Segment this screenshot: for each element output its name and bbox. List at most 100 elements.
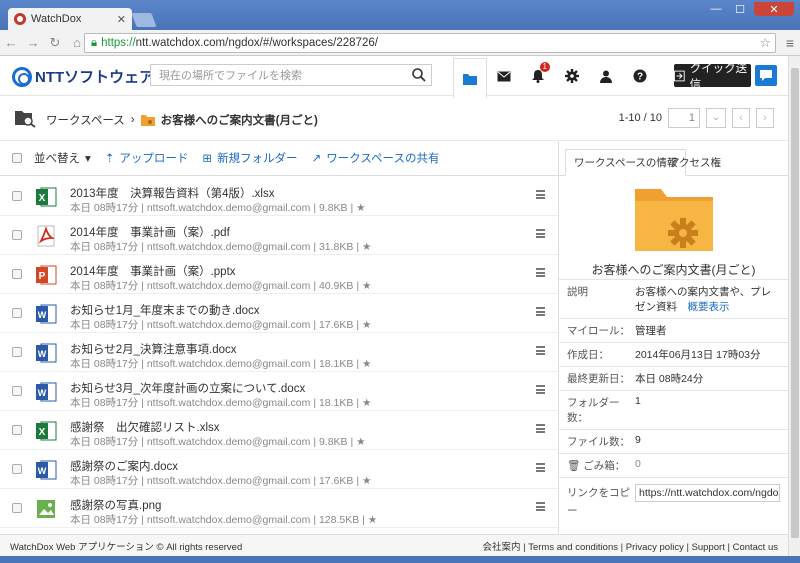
file-row[interactable]: W お知らせ2月_決算注意事項.docx 本日 08時17分 | nttsoft.w… [0, 333, 558, 372]
send-icon [674, 70, 685, 81]
folder-icon [140, 115, 155, 126]
file-checkbox[interactable] [12, 464, 22, 474]
file-name[interactable]: 感謝祭のご案内.docx [70, 458, 178, 474]
maximize-button[interactable]: ☐ [730, 2, 750, 16]
file-checkbox[interactable] [12, 308, 22, 318]
logo-text: NTTソフトウェア [35, 69, 155, 86]
file-name[interactable]: 感謝祭の写真.png [70, 497, 161, 513]
file-menu-icon[interactable] [536, 424, 545, 433]
copy-link-input[interactable]: https://ntt.watchdox.com/ngdox/#/w [635, 484, 780, 502]
scrollbar[interactable] [788, 56, 800, 556]
svg-text:W: W [38, 349, 47, 359]
reload-icon[interactable]: ↻ [44, 35, 66, 51]
file-name[interactable]: お知らせ2月_決算注意事項.docx [70, 341, 237, 357]
file-menu-icon[interactable] [536, 463, 545, 472]
file-menu-icon[interactable] [536, 307, 545, 316]
back-icon[interactable]: ← [0, 35, 22, 50]
file-row[interactable]: W 感謝祭のご案内.docx 本日 08時17分 | nttsoft.watchdo… [0, 450, 558, 489]
file-checkbox[interactable] [12, 269, 22, 279]
file-menu-icon[interactable] [536, 385, 545, 394]
file-row[interactable]: X 2013年度 決算報告資料（第4版）.xlsx 本日 08時17分 | ntts… [0, 177, 558, 216]
url-field[interactable]: 🔒︎ https:// ntt.watchdox.com/ngdox/#/wor… [84, 33, 776, 53]
file-row[interactable]: 2014年度 事業計画（案）.pdf 本日 08時17分 | nttsoft.wa… [0, 216, 558, 255]
footer-links[interactable]: 会社案内 | Terms and conditions | Privacy po… [482, 539, 778, 553]
mail-button[interactable] [492, 64, 516, 88]
file-name[interactable]: 2014年度 事業計画（案）.pdf [70, 224, 230, 240]
next-page-icon[interactable]: › [756, 108, 774, 128]
prev-page-icon[interactable]: ‹ [732, 108, 750, 128]
workspace-search-icon[interactable] [14, 108, 36, 128]
breadcrumb: ワークスペース › お客様へのご案内文書(月ごと) 1-10 / 10 1 ⌄ … [0, 97, 788, 141]
file-row[interactable]: W お知らせ1月_年度末までの動き.docx 本日 08時17分 | nttsoft… [0, 294, 558, 333]
select-all-checkbox[interactable] [12, 153, 22, 163]
sort-label: 並べ替え [34, 153, 80, 165]
chat-icon [760, 70, 772, 81]
file-checkbox[interactable] [12, 191, 22, 201]
browser-menu-icon[interactable]: ≡ [786, 35, 794, 51]
share-workspace-button[interactable]: ↗ ワークスペースの共有 [312, 150, 440, 166]
file-menu-icon[interactable] [536, 229, 545, 238]
file-row[interactable]: P 2014年度 事業計画（案）.pptx 本日 08時17分 | nttsoft.… [0, 255, 558, 294]
forward-icon[interactable]: → [22, 35, 44, 50]
minimize-button[interactable]: — [706, 2, 726, 16]
search-icon[interactable] [411, 67, 427, 83]
file-checkbox[interactable] [12, 425, 22, 435]
quick-send-button[interactable]: クイック送信 [674, 63, 751, 91]
settings-button[interactable] [560, 64, 584, 88]
file-row[interactable]: X 感謝祭 出欠確認リスト.xlsx 本日 08時17分 | nttsoft.wat… [0, 411, 558, 450]
quick-send-label: クイック送信 [689, 62, 748, 91]
search-input[interactable]: 現在の場所でファイルを検索 [150, 64, 432, 86]
breadcrumb-root[interactable]: ワークスペース [46, 112, 125, 128]
user-button[interactable] [594, 64, 618, 88]
upload-button[interactable]: ⇡ アップロード [105, 150, 189, 166]
file-list: X 2013年度 決算報告資料（第4版）.xlsx 本日 08時17分 | ntts… [0, 177, 558, 528]
new-folder-icon: ⊞ [202, 153, 213, 165]
desc-more-link[interactable]: 概要表示 [688, 301, 730, 313]
file-name[interactable]: 2013年度 決算報告資料（第4版）.xlsx [70, 185, 274, 201]
file-row[interactable]: W お知らせ3月_次年度計画の立案について.docx 本日 08時17分 | ntt… [0, 372, 558, 411]
tab-title: WatchDox [31, 13, 82, 25]
new-tab-button[interactable] [131, 13, 157, 27]
page-dropdown-icon[interactable]: ⌄ [706, 108, 726, 128]
file-checkbox[interactable] [12, 347, 22, 357]
file-checkbox[interactable] [12, 386, 22, 396]
file-meta: 本日 08時17分 | nttsoft.watchdox.demo@gmail.… [70, 397, 372, 409]
chat-button[interactable] [755, 65, 777, 86]
trash-row[interactable]: 🗑︎ ごみ箱： 0 [559, 453, 788, 477]
new-folder-button[interactable]: ⊞ 新規フォルダー [202, 150, 297, 166]
folders-label: フォルダー数： [567, 397, 620, 424]
updated-value: 本日 08時24分 [635, 373, 704, 385]
file-meta: 本日 08時17分 | nttsoft.watchdox.demo@gmail.… [70, 358, 372, 370]
url-scheme: https:// [101, 37, 136, 49]
browser-tab[interactable]: WatchDox ✕ [8, 8, 132, 30]
pager-range: 1-10 / 10 [618, 112, 662, 124]
tab-access[interactable]: アクセス権 [661, 149, 729, 176]
notifications-button[interactable]: 1 [526, 62, 550, 88]
file-menu-icon[interactable] [536, 190, 545, 199]
page-input[interactable]: 1 [668, 108, 700, 128]
file-menu-icon[interactable] [536, 268, 545, 277]
svg-text:P: P [39, 271, 46, 282]
file-name[interactable]: 感謝祭 出欠確認リスト.xlsx [70, 419, 220, 435]
svg-text:W: W [38, 310, 47, 320]
file-name[interactable]: お知らせ3月_次年度計画の立案について.docx [70, 380, 305, 396]
file-checkbox[interactable] [12, 230, 22, 240]
tab-close-icon[interactable]: ✕ [117, 13, 126, 26]
sort-button[interactable]: 並べ替え ▾ [34, 150, 91, 166]
file-checkbox[interactable] [12, 503, 22, 513]
copy-link-label: リンクをコピー [567, 487, 630, 517]
folder-nav-button[interactable] [453, 58, 487, 98]
file-name[interactable]: 2014年度 事業計画（案）.pptx [70, 263, 236, 279]
files-label: ファイル数： [567, 436, 630, 448]
file-row[interactable]: 感謝祭の写真.png 本日 08時17分 | nttsoft.watchdox.d… [0, 489, 558, 528]
file-name[interactable]: お知らせ1月_年度末までの動き.docx [70, 302, 260, 318]
bookmark-star-icon[interactable]: ☆ [759, 35, 771, 51]
folders-value: 1 [635, 395, 641, 407]
file-menu-icon[interactable] [536, 346, 545, 355]
file-menu-icon[interactable] [536, 502, 545, 511]
workspace-title: お客様へのご案内文書(月ごと) [591, 263, 756, 277]
close-window-button[interactable]: ✕ [754, 2, 794, 16]
scrollbar-thumb[interactable] [791, 68, 799, 538]
logo[interactable]: NTTソフトウェア [12, 66, 154, 87]
help-button[interactable]: ? [628, 64, 652, 88]
